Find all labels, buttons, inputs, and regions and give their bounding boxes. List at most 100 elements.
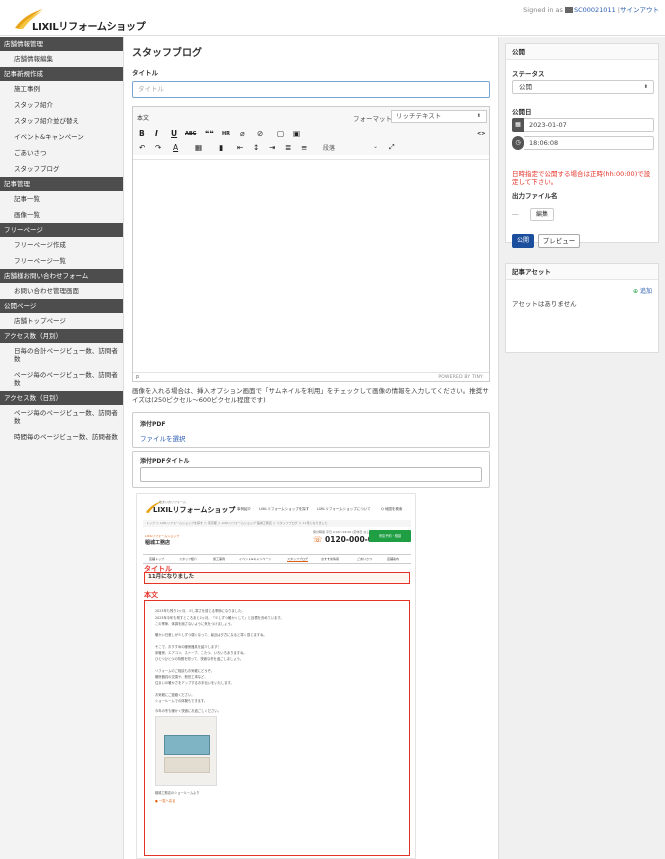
redo-icon[interactable]: ↷ xyxy=(155,143,161,152)
italic-icon[interactable]: I xyxy=(155,129,158,138)
sidebar-item-store-top[interactable]: 店舗トップページ xyxy=(0,313,123,329)
align-none-icon[interactable]: ≡ xyxy=(301,143,307,152)
preview-tel-hours: 受付時間 平日 9:00〜18:00 (定休日 なし) xyxy=(313,530,371,534)
preview-body-line: 2023年今年も残すところあと2ヶ月、「少しずつ暖かくして」と目標を決めています… xyxy=(155,616,284,620)
attachment-pdf-title-input[interactable] xyxy=(140,467,482,482)
status-select[interactable]: 公開 ⬍ xyxy=(512,80,654,94)
phone-icon: ☏ xyxy=(313,535,323,544)
sidebar-section-public-page: 公開ページ xyxy=(0,299,123,313)
sidebar-section-new-article: 記事新規作成 xyxy=(0,67,123,81)
sidebar-item-staff-blog[interactable]: スタッフブログ xyxy=(0,161,123,177)
bold-icon[interactable]: B xyxy=(139,129,145,138)
right-panel: 公開 ステータス 公開 ⬍ 公開日 ▦ 2023-01-07 ◷ 18:06:0… xyxy=(498,37,665,859)
sidebar-item-case-study[interactable]: 施工事例 xyxy=(0,81,123,97)
signed-in-label: Signed in as xyxy=(523,6,563,14)
preview-reserve-button: 来店予約・相談 xyxy=(369,530,411,542)
sidebar-item-article-list[interactable]: 記事一覧 xyxy=(0,191,123,207)
format-select-value: リッチテキスト xyxy=(396,112,442,120)
edit-filename-button[interactable]: 編集 xyxy=(530,208,554,221)
image-icon[interactable]: ▣ xyxy=(293,129,300,138)
editor-statusbar: p POWERED BY TINY xyxy=(133,372,489,381)
sidebar-item-hourly-pv[interactable]: 時間毎のページビュー数、訪問者数 xyxy=(0,429,123,453)
sidebar-item-staff-intro[interactable]: スタッフ紹介 xyxy=(0,97,123,113)
paragraph-select[interactable]: 段落 xyxy=(323,143,335,152)
image-note: 画像を入れる場合は、挿入オプション画面で「サムネイルを利用」をチェックして画像の… xyxy=(132,387,489,404)
editor-toolbar-row-2: ↶ ↷ A ▦ ▮ ⇤ ↕ ⇥ ≣ ≡ 段落 ⌄ ⤢ xyxy=(133,141,489,155)
sidebar-item-free-page-list[interactable]: フリーページ一覧 xyxy=(0,253,123,269)
publish-panel-title: 公開 xyxy=(506,44,658,60)
tab-body[interactable]: 本文 xyxy=(137,113,149,122)
title-input[interactable]: タイトル xyxy=(132,81,490,98)
element-path: p xyxy=(136,374,140,380)
preview-body-line: 今年の冬も暖かく快適にお過ごしください。 xyxy=(155,709,221,713)
sidebar-item-image-list[interactable]: 画像一覧 xyxy=(0,207,123,223)
sidebar-item-daily-total-pv[interactable]: 日毎の合計ページビュー数、訪問者数 xyxy=(0,343,123,367)
sidebar-section-store-info: 店舗情報管理 xyxy=(0,37,123,51)
preview-back-label: 一覧へ戻る xyxy=(158,799,176,803)
preview-nav-item: LIXILリフォームショップを探す xyxy=(259,507,310,511)
powered-by-tiny[interactable]: POWERED BY TINY xyxy=(438,375,483,380)
preview-button[interactable]: プレビュー xyxy=(538,234,580,248)
preview-menu-item: 店舗トップ xyxy=(149,557,165,561)
sidebar-section-inquiry: 店舗様お問い合わせフォーム xyxy=(0,269,123,283)
sidebar-item-events[interactable]: イベント&キャンペーン xyxy=(0,129,123,145)
sidebar-item-inquiry-mgmt[interactable]: お問い合わせ管理画面 xyxy=(0,283,123,299)
horizontal-rule-icon[interactable]: HR xyxy=(222,131,230,137)
sidebar-item-page-pv-daily[interactable]: ページ毎のページビュー数、訪問者数 xyxy=(0,405,123,429)
media-icon[interactable]: ▢ xyxy=(277,129,284,138)
select-file-link[interactable]: ファイルを選択 xyxy=(140,433,186,443)
signout-link[interactable]: サインアウト xyxy=(620,6,659,14)
preview-shop-name: 稲城工務店 xyxy=(145,540,171,546)
fullscreen-icon[interactable]: ⤢ xyxy=(389,143,395,152)
editor-content-area[interactable] xyxy=(133,159,489,373)
source-code-icon[interactable]: <> xyxy=(477,131,485,137)
sidebar-item-greeting[interactable]: ごあいさつ xyxy=(0,145,123,161)
output-file-value: ― xyxy=(512,210,519,218)
add-circle-icon: ⊕ xyxy=(633,288,639,295)
header: LIXILリフォームショップ Signed in as SC00021011 |… xyxy=(0,0,665,36)
blockquote-icon[interactable]: ❝❝ xyxy=(205,129,214,138)
link-icon[interactable]: ⌀ xyxy=(240,129,245,138)
preview-logo: LIXILリフォームショップ xyxy=(153,506,236,514)
sidebar-item-staff-sort[interactable]: スタッフ紹介並び替え xyxy=(0,113,123,129)
sidebar-section-article-mgmt: 記事管理 xyxy=(0,177,123,191)
editor-toolbar-row-1: B I U ABC ❝❝ HR ⌀ ⊘ ▢ ▣ <> xyxy=(133,127,489,141)
sidebar-item-page-pv-monthly[interactable]: ページ毎のページビュー数、訪問者数 xyxy=(0,367,123,391)
signin-info: Signed in as SC00021011 |サインアウト xyxy=(523,4,659,14)
background-color-icon[interactable]: ▦ xyxy=(195,143,202,152)
unlink-icon[interactable]: ⊘ xyxy=(257,129,263,138)
sidebar-section-access-daily: アクセス数（日別） xyxy=(0,391,123,405)
highlight-icon[interactable]: ▮ xyxy=(219,143,223,152)
preview-menu-item: 店舗案内 xyxy=(387,557,400,561)
align-left-icon[interactable]: ⇤ xyxy=(237,143,243,152)
preview-back-link: ● 一覧へ戻る xyxy=(155,799,176,803)
publish-button[interactable]: 公開 xyxy=(512,234,534,248)
underline-icon[interactable]: U xyxy=(171,129,177,138)
preview-nav-item: LIXILリフォームショップについて xyxy=(317,507,371,511)
sidebar-item-free-page-create[interactable]: フリーページ作成 xyxy=(0,237,123,253)
format-label: フォーマット xyxy=(353,115,392,123)
sidebar-item-store-edit[interactable]: 店舗情報編集 xyxy=(0,51,123,67)
main-content: スタッフブログ タイトル タイトル xyxy=(132,44,492,98)
rich-text-editor: 本文 フォーマット リッチテキスト ⬍ B I U ABC ❝❝ HR ⌀ ⊘ … xyxy=(132,106,490,382)
brand-name: LIXILリフォームショップ xyxy=(32,22,146,33)
align-justify-icon[interactable]: ≣ xyxy=(285,143,291,152)
clock-icon: ◷ xyxy=(512,136,524,150)
calendar-icon: ▦ xyxy=(512,118,524,132)
brand-logo[interactable]: LIXILリフォームショップ xyxy=(14,8,154,33)
preview-body-line: ショールームでの体験もできます。 xyxy=(155,699,208,703)
strikethrough-icon[interactable]: ABC xyxy=(185,131,196,137)
align-right-icon[interactable]: ⇥ xyxy=(269,143,275,152)
text-color-icon[interactable]: A xyxy=(173,143,178,152)
undo-icon[interactable]: ↶ xyxy=(139,143,145,152)
publish-panel: 公開 ステータス 公開 ⬍ 公開日 ▦ 2023-01-07 ◷ 18:06:0… xyxy=(505,43,659,248)
user-id-link[interactable]: SC00021011 xyxy=(574,6,616,14)
add-asset-button[interactable]: ⊕ 追加 xyxy=(633,286,652,295)
publish-date-input[interactable]: ▦ 2023-01-07 xyxy=(512,118,654,132)
publish-time-input[interactable]: ◷ 18:06:08 xyxy=(512,136,654,150)
preview-menu-item-active: スタッフブログ xyxy=(287,557,309,562)
align-center-icon[interactable]: ↕ xyxy=(253,143,259,152)
preview-body-line: そこで、おすすめの暖房器具を紹介します！ xyxy=(155,645,221,649)
format-select[interactable]: リッチテキスト ⬍ xyxy=(391,110,487,123)
title-label: タイトル xyxy=(132,69,158,77)
